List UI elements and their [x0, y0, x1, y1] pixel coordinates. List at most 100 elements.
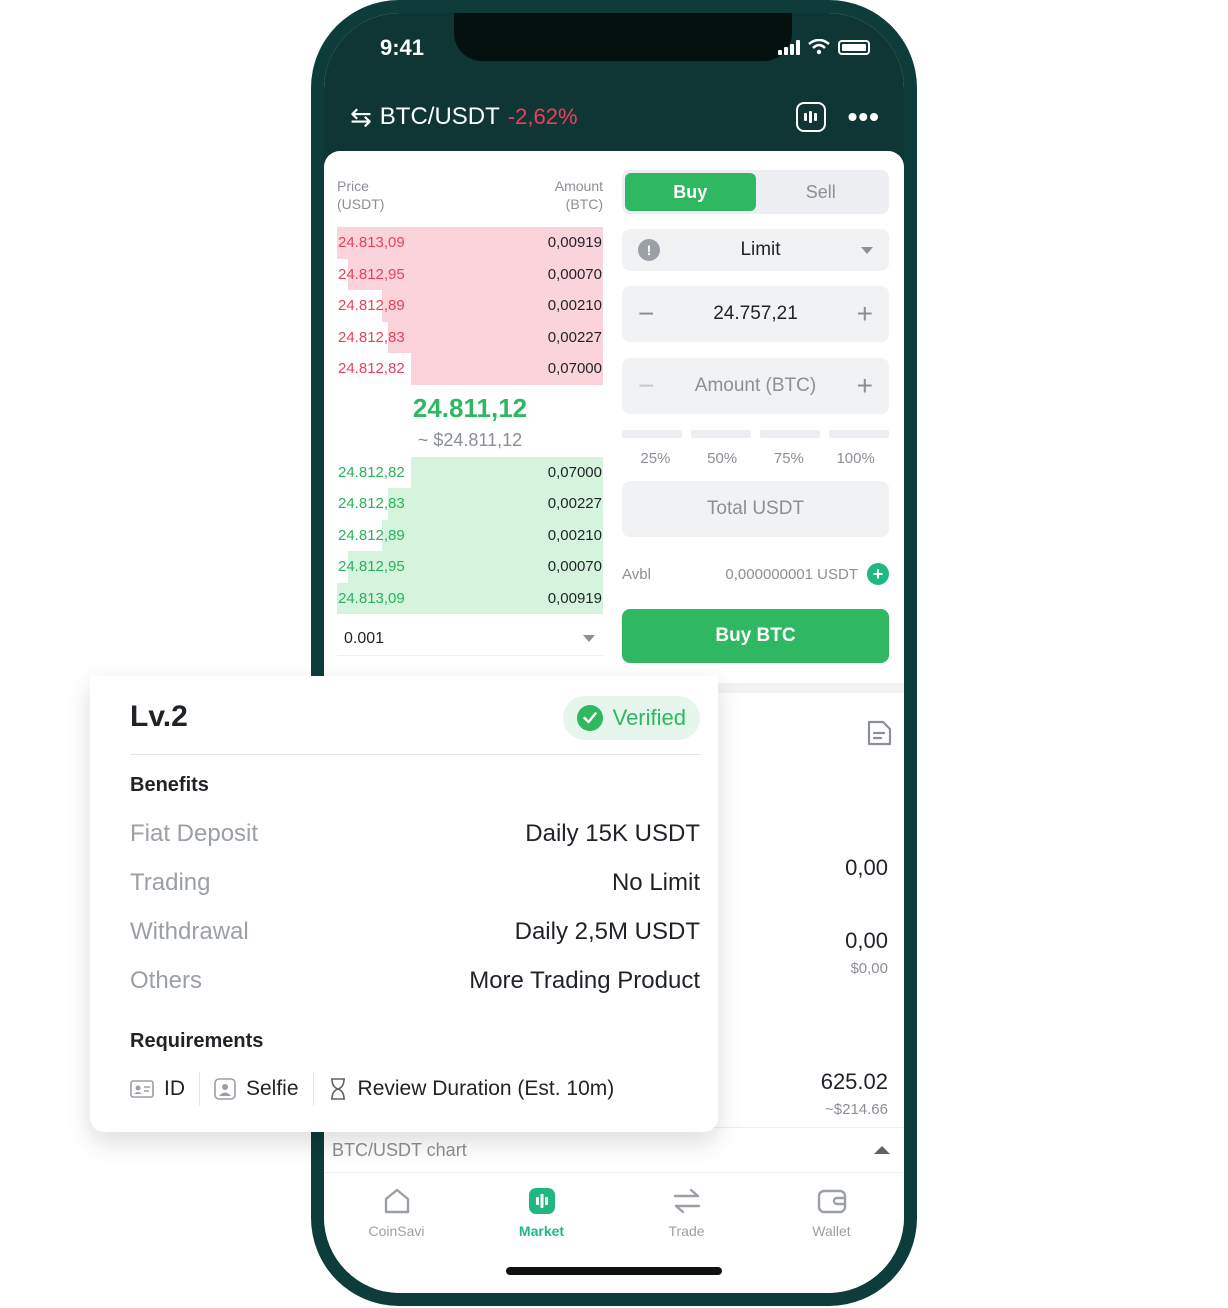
- note-icon[interactable]: [864, 718, 894, 748]
- buy-btc-button[interactable]: Buy BTC: [622, 609, 889, 663]
- percent-slider[interactable]: [622, 430, 889, 438]
- amount-input[interactable]: Amount (BTC): [654, 375, 856, 397]
- order-price: 24.813,09: [338, 234, 405, 252]
- bid-row[interactable]: 24.812,89 0,00210: [337, 519, 603, 551]
- bid-row[interactable]: 24.813,09 0,00919: [337, 582, 603, 614]
- tab-label: CoinSavi: [368, 1223, 425, 1239]
- more-icon[interactable]: •••: [848, 103, 880, 131]
- price-header-1: Price: [337, 178, 369, 194]
- order-price: 24.812,89: [338, 297, 405, 315]
- mid-price-usd: ~ $24.811,12: [417, 429, 523, 450]
- ask-row[interactable]: 24.813,09 0,00919: [337, 227, 603, 259]
- benefit-value: More Trading Product: [469, 967, 700, 994]
- check-icon: [576, 705, 603, 731]
- requirement-label: Review Duration (Est. 10m): [357, 1077, 615, 1100]
- benefit-row: Trading No Limit: [130, 869, 700, 897]
- pair-header: ⇆ BTC/USDT -2,62% •••: [350, 99, 880, 135]
- order-amount: 0,00227: [547, 328, 602, 346]
- order-price: 24.812,83: [338, 328, 405, 346]
- bid-row[interactable]: 24.812,95 0,00070: [337, 551, 603, 583]
- card-divider: [130, 754, 700, 755]
- pct-75[interactable]: 75%: [756, 450, 823, 467]
- buy-tab[interactable]: Buy: [625, 173, 756, 211]
- add-funds-icon[interactable]: +: [867, 563, 889, 585]
- pair-change: -2,62%: [507, 104, 578, 129]
- order-amount: 0,07000: [547, 463, 602, 481]
- benefit-row: Others More Trading Product: [130, 967, 700, 995]
- order-amount: 0,00919: [547, 589, 602, 607]
- order-book-header: Price (USDT) Amount (BTC): [337, 177, 603, 213]
- info-icon[interactable]: !: [638, 239, 660, 261]
- pct-25[interactable]: 25%: [622, 450, 689, 467]
- ask-row[interactable]: 24.812,89 0,00210: [337, 290, 603, 322]
- order-book: Price (USDT) Amount (BTC) 24.813,09 0,00919…: [337, 177, 603, 656]
- verified-badge: Verified: [562, 696, 700, 740]
- notch: [454, 13, 792, 61]
- benefit-key: Fiat Deposit: [130, 820, 259, 847]
- bid-row[interactable]: 24.812,83 0,00227: [337, 488, 603, 520]
- balance-value-1: 0,00: [845, 855, 888, 881]
- mid-price-block: 24.811,12 ~ $24.811,12: [337, 385, 603, 457]
- sell-tab[interactable]: Sell: [756, 173, 887, 211]
- status-icons: [778, 39, 870, 55]
- tab-trade[interactable]: Trade: [614, 1175, 759, 1255]
- ask-rows: 24.813,09 0,00919 24.812,95 0,00070 24.812,8…: [337, 227, 603, 385]
- order-amount: 0,00227: [547, 495, 602, 513]
- precision-select[interactable]: 0.001: [337, 622, 603, 656]
- home-indicator: [506, 1267, 722, 1275]
- benefit-row: Withdrawal Daily 2,5M USDT: [130, 918, 700, 946]
- requirements-row: ID Selfie Review Duration (Est. 10m): [130, 1072, 614, 1106]
- order-price: 24.812,83: [338, 495, 405, 513]
- tab-wallet[interactable]: Wallet: [759, 1175, 904, 1255]
- pct-100[interactable]: 100%: [822, 450, 889, 467]
- benefit-key: Trading: [130, 869, 211, 896]
- order-amount: 0,00070: [547, 265, 602, 283]
- amount-header-1: Amount: [554, 178, 603, 194]
- wifi-icon: [808, 39, 830, 55]
- order-amount: 0,07000: [547, 360, 602, 378]
- price-input[interactable]: 24.757,21: [654, 303, 856, 325]
- available-balance: Avbl 0,000000001 USDT +: [622, 563, 889, 585]
- hourglass-icon: [330, 1078, 345, 1100]
- order-price: 24.812,95: [338, 558, 405, 576]
- minus-icon[interactable]: −: [638, 300, 654, 328]
- chart-toggle[interactable]: BTC/USDT chart: [324, 1127, 904, 1173]
- plus-icon[interactable]: +: [857, 372, 873, 400]
- tab-label: Trade: [668, 1223, 705, 1239]
- benefit-value: No Limit: [611, 869, 700, 896]
- balance-big: 625.02: [820, 1069, 888, 1094]
- order-type-value: Limit: [740, 239, 781, 260]
- price-header-2: (USDT): [337, 196, 385, 212]
- swap-icon[interactable]: ⇆: [350, 102, 372, 133]
- price-stepper: − 24.757,21 +: [622, 286, 889, 342]
- trade-arrows-icon: [673, 1188, 700, 1214]
- tab-coinsavi[interactable]: CoinSavi: [324, 1175, 469, 1255]
- amount-header-2: (BTC): [565, 196, 603, 212]
- precision-value: 0.001: [344, 629, 385, 647]
- order-type-select[interactable]: ! Limit: [622, 229, 889, 271]
- separator: [199, 1072, 200, 1106]
- minus-icon[interactable]: −: [638, 372, 654, 400]
- order-price: 24.812,95: [338, 265, 405, 283]
- status-time: 9:41: [380, 35, 425, 60]
- buy-sell-toggle: Buy Sell: [622, 170, 889, 214]
- ask-row[interactable]: 24.812,82 0,07000: [337, 353, 603, 385]
- requirement-label: ID: [164, 1077, 185, 1100]
- battery-icon: [838, 39, 870, 55]
- mid-price: 24.811,12: [412, 392, 528, 423]
- order-price: 24.813,09: [338, 589, 405, 607]
- order-price: 24.812,89: [338, 526, 405, 544]
- tab-market[interactable]: Market: [469, 1175, 614, 1255]
- chevron-down-icon: [583, 635, 595, 642]
- benefit-key: Others: [130, 967, 203, 994]
- pair-name[interactable]: BTC/USDT: [380, 103, 500, 131]
- plus-icon[interactable]: +: [857, 300, 873, 328]
- wallet-icon: [817, 1189, 846, 1214]
- ask-row[interactable]: 24.812,83 0,00227: [337, 321, 603, 353]
- ask-row[interactable]: 24.812,95 0,00070: [337, 258, 603, 290]
- requirement-selfie: Selfie: [214, 1077, 299, 1101]
- bid-row[interactable]: 24.812,82 0,07000: [337, 456, 603, 488]
- chart-icon[interactable]: [795, 102, 826, 132]
- pct-50[interactable]: 50%: [689, 450, 756, 467]
- total-input[interactable]: Total USDT: [622, 481, 889, 537]
